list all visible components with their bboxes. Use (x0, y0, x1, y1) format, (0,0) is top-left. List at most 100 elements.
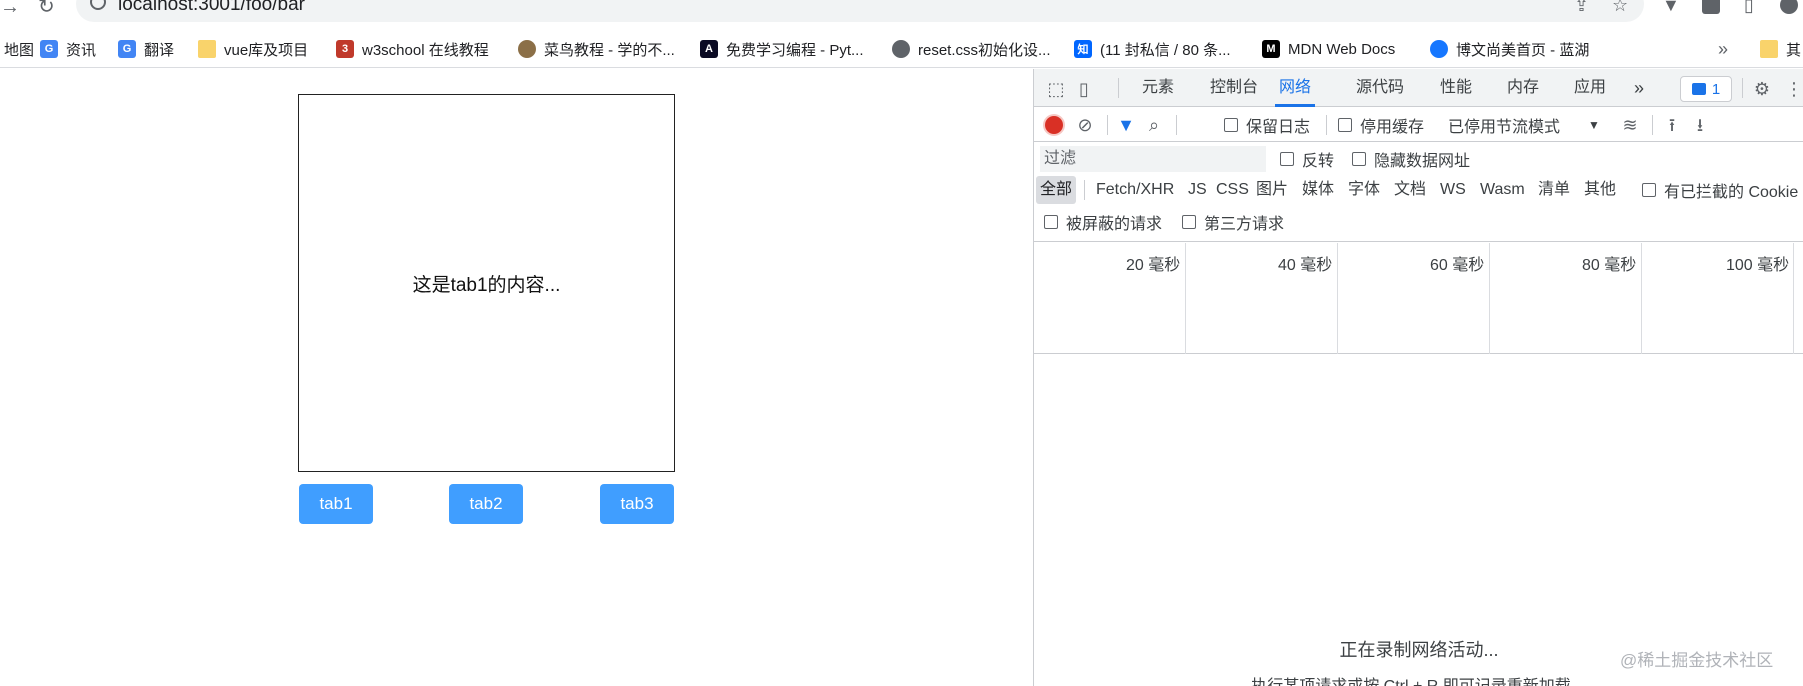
divider (1326, 115, 1327, 135)
issues-counter-button[interactable]: 1 (1680, 76, 1732, 102)
omnibox[interactable] (76, 0, 1644, 22)
search-icon[interactable]: ⌕ (1144, 115, 1164, 135)
bookmark-mdn[interactable]: M MDN Web Docs (1262, 30, 1395, 68)
tab-content-panel: 这是tab1的内容... (298, 94, 675, 472)
disable-cache-checkbox[interactable]: 停用缓存 (1338, 108, 1424, 142)
tab-elements[interactable]: 元素 (1142, 69, 1174, 107)
freecodecamp-icon: A (700, 40, 718, 58)
import-har-icon[interactable]: ⭱ (1662, 115, 1682, 135)
bookmark-reset-css[interactable]: reset.css初始化设... (892, 30, 1051, 68)
dropdown-arrow-icon: ▼ (1588, 118, 1600, 132)
timeline-tick-label: 40 毫秒 (1278, 257, 1333, 274)
filter-funnel-icon[interactable]: ▼ (1116, 115, 1136, 135)
divider (1118, 78, 1119, 98)
blocked-cookies-checkbox[interactable]: 有已拦截的 Cookie (1642, 176, 1798, 204)
type-filter-img[interactable]: 图片 (1256, 176, 1288, 204)
divider (1107, 115, 1108, 135)
inspect-element-icon[interactable]: ⬚ (1046, 79, 1066, 99)
extension-shield-icon[interactable]: ▼ (1662, 0, 1680, 16)
network-overview-timeline[interactable]: 20 毫秒 40 毫秒 60 毫秒 80 毫秒 100 毫秒 (1034, 243, 1803, 354)
timeline-tick-label: 100 毫秒 (1726, 257, 1790, 274)
mdn-icon: M (1262, 40, 1280, 58)
export-har-icon[interactable]: ⭳ (1690, 115, 1710, 135)
timeline-tick-label: 20 毫秒 (1126, 257, 1181, 274)
type-filter-js[interactable]: JS (1188, 176, 1207, 204)
zhihu-icon: 知 (1074, 40, 1092, 58)
bookmarks-bar: 地图 G 资讯 G 翻译 vue库及项目 3 w3school 在线教程 菜鸟教… (0, 30, 1803, 68)
bookmark-news[interactable]: G 资讯 (40, 30, 96, 68)
type-filter-font[interactable]: 字体 (1348, 176, 1380, 204)
type-filter-all[interactable]: 全部 (1036, 176, 1077, 204)
preserve-log-checkbox[interactable]: 保留日志 (1224, 108, 1310, 142)
tab-console[interactable]: 控制台 (1210, 69, 1258, 107)
device-toolbar-icon[interactable]: ▯ (1074, 79, 1094, 99)
url-text[interactable]: localhost:3001/foo/bar (118, 0, 305, 16)
w3school-icon: 3 (336, 40, 354, 58)
type-filter-wasm[interactable]: Wasm (1480, 176, 1525, 204)
tab-network[interactable]: 网络 (1275, 69, 1316, 107)
type-filter-ws[interactable]: WS (1440, 176, 1466, 204)
third-party-checkbox[interactable]: 第三方请求 (1182, 208, 1284, 236)
address-bar: → ↻ localhost:3001/foo/bar ⇪ ☆ ▼ ▯ (0, 0, 1803, 30)
bookmark-freecodecamp[interactable]: A 免费学习编程 - Pyt... (700, 30, 864, 68)
settings-gear-icon[interactable]: ⚙ (1752, 79, 1772, 99)
type-filter-css[interactable]: CSS (1216, 176, 1249, 204)
tab-memory[interactable]: 内存 (1507, 69, 1539, 107)
tab-application[interactable]: 应用 (1574, 69, 1606, 107)
bookmark-map[interactable]: 地图 (0, 30, 34, 68)
more-tabs-button[interactable]: » (1634, 69, 1644, 107)
tab1-button[interactable]: tab1 (299, 484, 373, 524)
tab-performance[interactable]: 性能 (1440, 69, 1472, 107)
blocked-requests-checkbox[interactable]: 被屏蔽的请求 (1044, 208, 1162, 236)
watermark: @稀土掘金技术社区 (1620, 651, 1774, 670)
checkbox-box[interactable] (1182, 215, 1196, 229)
divider (1652, 115, 1653, 135)
hide-data-urls-checkbox[interactable]: 隐藏数据网址 (1352, 145, 1470, 173)
news-icon: G (40, 40, 58, 58)
puzzle-icon[interactable] (1702, 0, 1720, 14)
share-icon[interactable]: ⇪ (1574, 0, 1589, 16)
network-conditions-icon[interactable]: ≋ (1620, 115, 1640, 135)
checkbox-box[interactable] (1352, 152, 1366, 166)
throttling-select[interactable]: 已停用节流模式 ▼ (1448, 108, 1600, 142)
divider (1176, 115, 1177, 135)
forward-icon[interactable]: → (0, 0, 20, 17)
bookmark-runoob[interactable]: 菜鸟教程 - 学的不... (518, 30, 675, 68)
bookmark-zhihu[interactable]: 知 (11 封私信 / 80 条... (1074, 30, 1231, 68)
message-bubble-icon (1691, 83, 1706, 95)
kebab-menu-icon[interactable]: ⋮ (1784, 79, 1803, 99)
divider (1084, 180, 1085, 200)
type-filter-fetch-xhr[interactable]: Fetch/XHR (1096, 176, 1174, 204)
type-filter-other[interactable]: 其他 (1584, 176, 1616, 204)
tab3-button[interactable]: tab3 (600, 484, 674, 524)
checkbox-box[interactable] (1642, 183, 1656, 197)
bookmark-translate[interactable]: G 翻译 (118, 30, 174, 68)
network-filter-bar: 反转 隐藏数据网址 全部 Fetch/XHR JS CSS 图片 媒体 字体 文… (1034, 142, 1803, 242)
bookmark-lanhu[interactable]: 博文尚美首页 - 蓝湖 (1430, 30, 1589, 68)
checkbox-box[interactable] (1338, 118, 1352, 132)
checkbox-box[interactable] (1044, 215, 1058, 229)
globe-icon (892, 40, 910, 58)
type-filter-media[interactable]: 媒体 (1302, 176, 1334, 204)
type-filter-doc[interactable]: 文档 (1394, 176, 1426, 204)
checkbox-box[interactable] (1224, 118, 1238, 132)
folder-icon (198, 40, 216, 58)
sidepanel-icon[interactable]: ▯ (1744, 0, 1754, 16)
invert-checkbox[interactable]: 反转 (1280, 145, 1334, 173)
bookmark-w3school[interactable]: 3 w3school 在线教程 (336, 30, 489, 68)
profile-icon[interactable] (1780, 0, 1798, 14)
star-icon[interactable]: ☆ (1612, 0, 1628, 16)
bookmarks-overflow-button[interactable]: » (1718, 30, 1728, 68)
reload-icon[interactable]: ↻ (38, 0, 55, 17)
tab-sources[interactable]: 源代码 (1356, 69, 1404, 107)
clear-icon[interactable]: ⊘ (1075, 115, 1095, 135)
bookmark-other-folder[interactable]: 其 (1760, 30, 1801, 68)
type-filter-manifest[interactable]: 清单 (1538, 176, 1570, 204)
tab-content-text: 这是tab1的内容... (412, 274, 561, 296)
filter-input[interactable] (1040, 146, 1266, 172)
tab2-button[interactable]: tab2 (449, 484, 523, 524)
checkbox-box[interactable] (1280, 152, 1294, 166)
timeline-tick-label: 80 毫秒 (1582, 257, 1637, 274)
bookmark-vue-folder[interactable]: vue库及项目 (198, 30, 308, 68)
record-icon[interactable] (1045, 116, 1063, 134)
